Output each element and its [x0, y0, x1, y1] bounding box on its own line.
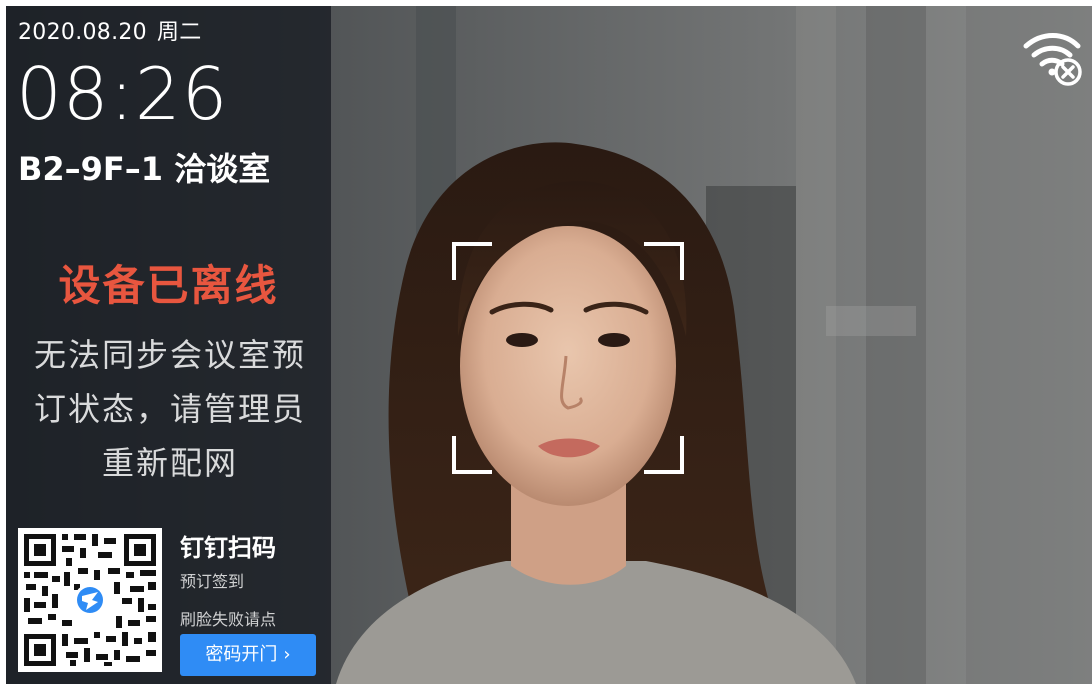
qr-code[interactable] [18, 528, 162, 672]
qr-title: 钉钉扫码 [180, 534, 276, 562]
qr-subtitle: 预订签到 [180, 572, 245, 591]
wifi-disconnected-icon [1023, 33, 1082, 86]
date-row: 2020.08.20 周二 [18, 14, 202, 46]
password-unlock-label: 密码开门 [205, 644, 278, 665]
chevron-right-icon: › [283, 644, 291, 665]
meeting-room-screen: 2020.08.20 周二 08:26 B2–9F–1 洽谈室 设备已离线 无法同… [6, 6, 1092, 684]
offline-status-title: 设备已离线 [58, 261, 279, 310]
offline-status-description: 无法同步会议室预 订状态，请管理员 重新配网 [20, 328, 320, 490]
info-panel: 2020.08.20 周二 08:26 B2–9F–1 洽谈室 设备已离线 无法同… [6, 6, 331, 684]
description-line: 无法同步会议室预 [33, 336, 306, 374]
room-name: B2–9F–1 洽谈室 [18, 150, 271, 188]
description-line: 重新配网 [101, 444, 238, 482]
password-unlock-button[interactable]: 密码开门 › [180, 634, 316, 676]
qr-code-image [18, 528, 162, 672]
clock-time: 08:26 [16, 52, 229, 136]
face-fail-hint: 刷脸失败请点 [180, 610, 277, 629]
description-line: 订状态，请管理员 [33, 390, 306, 428]
weekday-text: 周二 [156, 20, 202, 45]
face-detection-frame [452, 242, 684, 474]
date-text: 2020.08.20 [18, 20, 147, 45]
